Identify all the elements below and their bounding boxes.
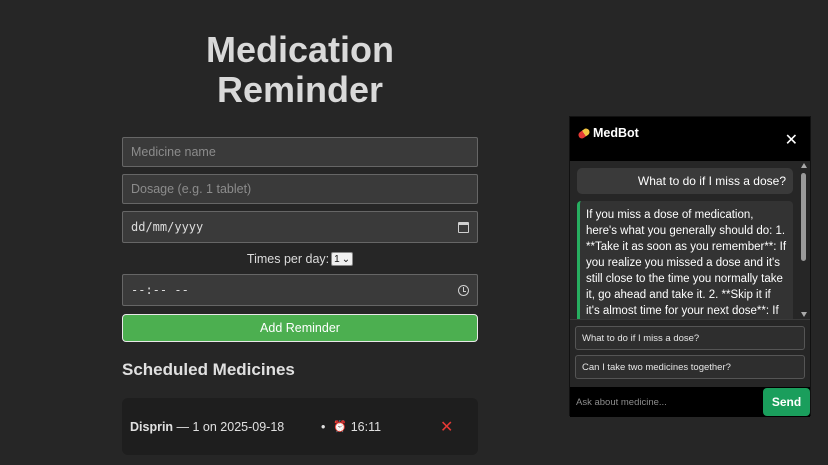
medicine-detail: — 1 on 2025-09-18 xyxy=(173,419,285,434)
date-value: dd/mm/yyyy xyxy=(131,220,204,234)
dosage-placeholder: Dosage (e.g. 1 tablet) xyxy=(131,182,252,196)
calendar-icon[interactable] xyxy=(458,221,469,233)
chat-title-text: MedBot xyxy=(593,126,639,140)
page-title-line1: Medication xyxy=(205,29,394,70)
chat-scrollbar[interactable] xyxy=(800,163,808,317)
times-per-day-value: 1 xyxy=(334,253,340,265)
time-value: --:-- -- xyxy=(131,283,189,297)
suggestion-button[interactable]: Can I take two medicines together? xyxy=(575,355,805,379)
pill-icon xyxy=(577,126,591,140)
date-input[interactable]: dd/mm/yyyy xyxy=(122,211,478,243)
bot-message: If you miss a dose of medication, here's… xyxy=(577,201,793,319)
scroll-up-icon[interactable] xyxy=(801,163,807,168)
medicine-name: Disprin xyxy=(130,419,174,434)
chevron-down-icon: ⌄ xyxy=(341,253,351,265)
medicine-entry-text: Disprin — 1 on 2025-09-18 xyxy=(130,420,284,434)
times-per-day-row: Times per day: 1 ⌄ xyxy=(122,251,478,267)
chat-input[interactable]: Ask about medicine... xyxy=(576,397,667,408)
times-per-day-select[interactable]: 1 ⌄ xyxy=(331,252,354,266)
add-reminder-button[interactable]: Add Reminder xyxy=(122,314,478,342)
times-per-day-label: Times per day: xyxy=(246,252,330,266)
medbot-chat-panel: MedBot ✕ What to do if I miss a dose? If… xyxy=(569,116,811,417)
medicine-name-input[interactable]: Medicine name xyxy=(122,137,478,167)
scroll-thumb[interactable] xyxy=(801,173,806,261)
scheduled-heading: Scheduled Medicines xyxy=(122,360,295,379)
chat-title: MedBot xyxy=(577,126,639,140)
page-title: Medication Reminder xyxy=(112,30,488,110)
user-message: What to do if I miss a dose? xyxy=(577,168,793,194)
medicine-name-placeholder: Medicine name xyxy=(131,145,216,159)
clock-icon[interactable] xyxy=(458,284,469,296)
medicine-time: ⏰ 16:11 xyxy=(333,420,381,434)
alarm-clock-icon: ⏰ xyxy=(333,421,347,433)
chat-input-row: Ask about medicine... Send xyxy=(570,387,810,417)
dosage-input[interactable]: Dosage (e.g. 1 tablet) xyxy=(122,174,478,204)
suggestion-button[interactable]: What to do if I miss a dose? xyxy=(575,326,805,350)
separator-bullet: • xyxy=(321,419,326,434)
send-button[interactable]: Send xyxy=(763,388,810,416)
chat-header: MedBot ✕ xyxy=(570,117,810,161)
scroll-down-icon[interactable] xyxy=(801,312,807,317)
medicine-list-item: Disprin — 1 on 2025-09-18 • ⏰ 16:11 ✕ xyxy=(122,398,478,455)
suggestion-list: What to do if I miss a dose? Can I take … xyxy=(570,319,810,387)
reminder-panel: Medication Reminder Medicine name Dosage… xyxy=(122,0,478,455)
page-title-line2: Reminder xyxy=(216,69,384,110)
chat-messages[interactable]: What to do if I miss a dose? If you miss… xyxy=(570,161,810,319)
delete-x-icon[interactable]: ✕ xyxy=(440,417,453,437)
medicine-time-value: 16:11 xyxy=(350,419,382,434)
close-icon[interactable]: ✕ xyxy=(785,130,798,150)
time-input[interactable]: --:-- -- xyxy=(122,274,478,306)
